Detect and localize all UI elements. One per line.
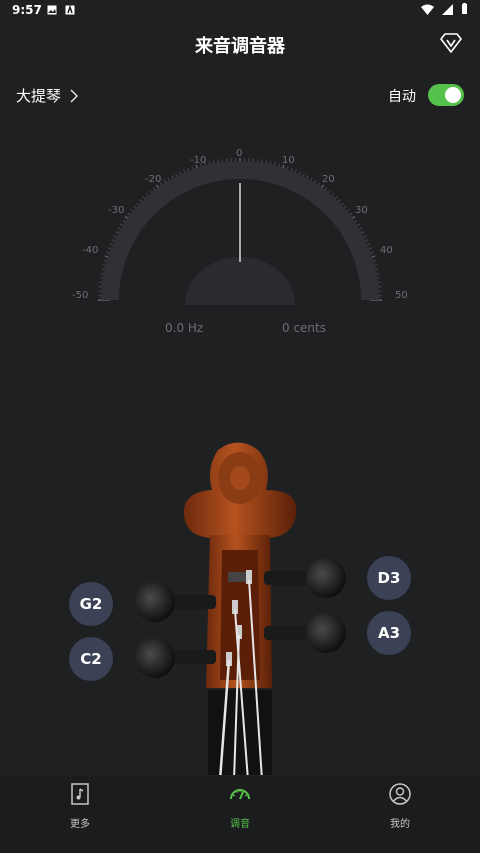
tuner-readouts: 0.0 Hz 0 cents	[0, 320, 480, 340]
image-notification-icon	[47, 5, 57, 15]
instrument-name: 大提琴	[16, 87, 62, 105]
diamond-vip-icon	[440, 33, 462, 53]
page-title: 来音调音器	[195, 36, 285, 57]
app-notification-icon	[65, 5, 75, 15]
string-button-c2[interactable]: C2	[69, 637, 113, 681]
scale-label: -40	[82, 245, 98, 256]
vip-button[interactable]	[438, 30, 464, 56]
tab-more[interactable]: 更多	[40, 782, 120, 830]
profile-icon	[389, 783, 411, 805]
string-button-g2[interactable]: G2	[69, 582, 113, 626]
battery-icon	[462, 3, 467, 14]
scale-label: 0	[236, 148, 242, 159]
auto-toggle[interactable]	[428, 84, 464, 106]
scale-label: 50	[395, 290, 408, 301]
app-header: 来音调音器	[0, 22, 480, 66]
scale-label: 30	[355, 205, 368, 216]
tuner-gauge: -50 -40 -30 -20 -10 0 10 20 30 40 50	[72, 148, 408, 305]
frequency-readout: 0.0 Hz	[165, 321, 204, 335]
gauge-icon	[230, 789, 250, 800]
tab-tune[interactable]: 调音	[200, 782, 280, 830]
notification-icons	[47, 5, 75, 15]
string-button-a3[interactable]: A3	[367, 611, 411, 655]
system-icons	[421, 3, 468, 15]
instrument-selector[interactable]: 大提琴	[16, 85, 79, 106]
tab-tune-label: 调音	[230, 819, 250, 830]
cents-readout: 0 cents	[282, 321, 326, 335]
scale-label: 10	[282, 155, 295, 166]
gauge-center-disc	[185, 257, 295, 305]
scale-label: -50	[72, 290, 88, 301]
status-time: 9:57	[12, 3, 42, 17]
tab-profile-label: 我的	[390, 819, 410, 830]
wifi-icon	[421, 4, 434, 15]
auto-label: 自动	[388, 89, 416, 105]
scale-label: -10	[190, 155, 206, 166]
tab-more-label: 更多	[70, 819, 90, 830]
signal-icon	[442, 3, 453, 15]
bottom-tab-bar: 更多 调音 我的	[0, 775, 480, 853]
score-icon	[71, 783, 89, 805]
string-button-d3[interactable]: D3	[367, 556, 411, 600]
status-bar: 9:57	[0, 0, 480, 22]
scale-label: 40	[380, 245, 393, 256]
scale-label: 20	[322, 174, 335, 185]
scale-label: -20	[145, 174, 161, 185]
tab-profile[interactable]: 我的	[360, 782, 440, 830]
scale-label: -30	[108, 205, 124, 216]
tuner-controls: 大提琴 自动	[0, 80, 480, 112]
chevron-right-icon	[70, 88, 79, 103]
